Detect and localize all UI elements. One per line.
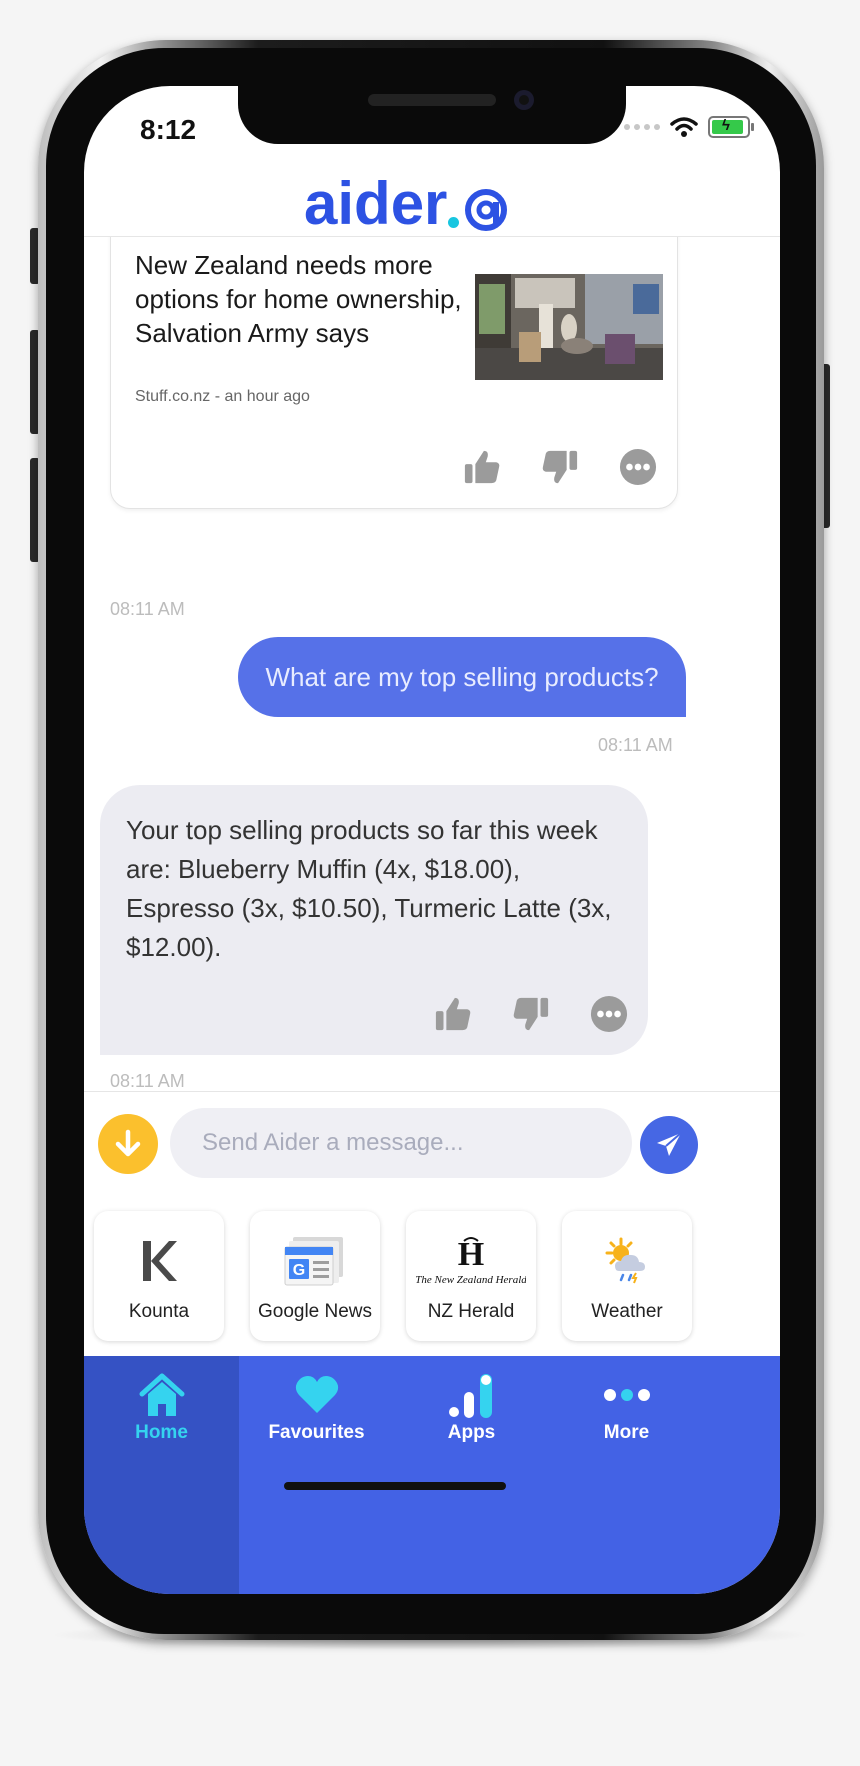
news-card[interactable]: New Zealand needs more options for home … — [110, 237, 678, 509]
thumbs-down-icon[interactable] — [541, 448, 579, 486]
app-label: Weather — [591, 1301, 663, 1322]
weather-icon — [605, 1237, 645, 1284]
phone-screen: 8:12 ϟ aider New Zealand needs more opti… — [84, 86, 780, 1594]
status-icons: ϟ — [624, 116, 754, 138]
aider-logo: aider — [304, 164, 508, 234]
app-card-nz-herald[interactable]: H The New Zealand Herald NZ Herald — [406, 1211, 536, 1341]
news-title[interactable]: New Zealand needs more options for home … — [135, 248, 465, 350]
app-label: Kounta — [128, 1301, 190, 1322]
app-header: aider — [84, 146, 780, 237]
more-options-icon[interactable] — [590, 995, 628, 1033]
scroll-down-button[interactable] — [98, 1114, 158, 1174]
chat-thread[interactable]: New Zealand needs more options for home … — [84, 237, 780, 1091]
tab-label: More — [603, 1422, 650, 1443]
bottom-tab-bar: Home Favourites Apps More — [84, 1356, 780, 1594]
tab-home[interactable]: Home — [84, 1356, 239, 1594]
battery-icon: ϟ — [708, 116, 754, 138]
news-actions — [463, 448, 657, 486]
kounta-logo — [143, 1241, 177, 1281]
nz-herald-logo: H The New Zealand Herald — [416, 1236, 526, 1286]
tab-label: Favourites — [268, 1422, 365, 1443]
tab-label: Home — [135, 1422, 188, 1443]
home-icon — [139, 1373, 184, 1416]
bot-message-timestamp: 08:11 AM — [110, 1071, 185, 1091]
at-symbol-icon — [465, 189, 508, 231]
thumbs-down-icon[interactable] — [512, 995, 550, 1033]
google-news-logo: G — [284, 1237, 343, 1286]
logo-dot — [448, 217, 460, 228]
app-card-google-news[interactable]: G Google News — [250, 1211, 380, 1341]
bot-message-text: Your top selling products so far this we… — [126, 815, 612, 962]
thumbs-up-icon[interactable] — [463, 448, 501, 486]
more-options-icon[interactable] — [619, 448, 657, 486]
app-card-weather[interactable]: Weather — [562, 1211, 692, 1341]
news-source: Stuff.co.nz - an hour ago — [135, 388, 310, 405]
news-thumbnail[interactable] — [475, 274, 663, 380]
app-shortcuts: Kounta G Google News H The New Zealand H… — [84, 1211, 780, 1347]
app-label: NZ Herald — [427, 1301, 515, 1322]
arrow-down-icon — [115, 1129, 141, 1157]
apps-icon — [448, 1374, 492, 1418]
signal-icon — [624, 124, 660, 130]
tab-more[interactable]: More — [549, 1356, 704, 1506]
svg-text:H: H — [458, 1236, 484, 1273]
nz-herald-logo-text: The New Zealand Herald — [416, 1274, 526, 1286]
notch — [238, 86, 626, 144]
user-message-bubble: What are my top selling products? — [238, 637, 686, 717]
svg-text:G: G — [293, 1262, 305, 1279]
user-message-text: What are my top selling products? — [265, 661, 659, 692]
send-icon — [657, 1132, 682, 1156]
logo-text: aider — [304, 170, 448, 237]
bot-message-actions — [434, 995, 628, 1033]
bot-message-bubble: Your top selling products so far this we… — [100, 785, 648, 1055]
status-time: 8:12 — [140, 114, 197, 145]
more-icon — [603, 1389, 650, 1401]
news-timestamp: 08:11 AM — [110, 599, 185, 619]
message-composer — [84, 1091, 780, 1196]
tab-label: Apps — [447, 1422, 496, 1443]
message-input[interactable] — [170, 1108, 632, 1178]
thumbs-up-icon[interactable] — [434, 995, 472, 1033]
send-button[interactable] — [640, 1116, 698, 1174]
wifi-icon — [670, 117, 698, 137]
home-indicator[interactable] — [284, 1482, 506, 1490]
app-label: Google News — [257, 1301, 373, 1322]
speaker — [368, 94, 496, 106]
app-card-kounta[interactable]: Kounta — [94, 1211, 224, 1341]
front-camera — [514, 90, 534, 110]
user-message-timestamp: 08:11 AM — [598, 735, 673, 755]
heart-icon — [295, 1376, 338, 1413]
